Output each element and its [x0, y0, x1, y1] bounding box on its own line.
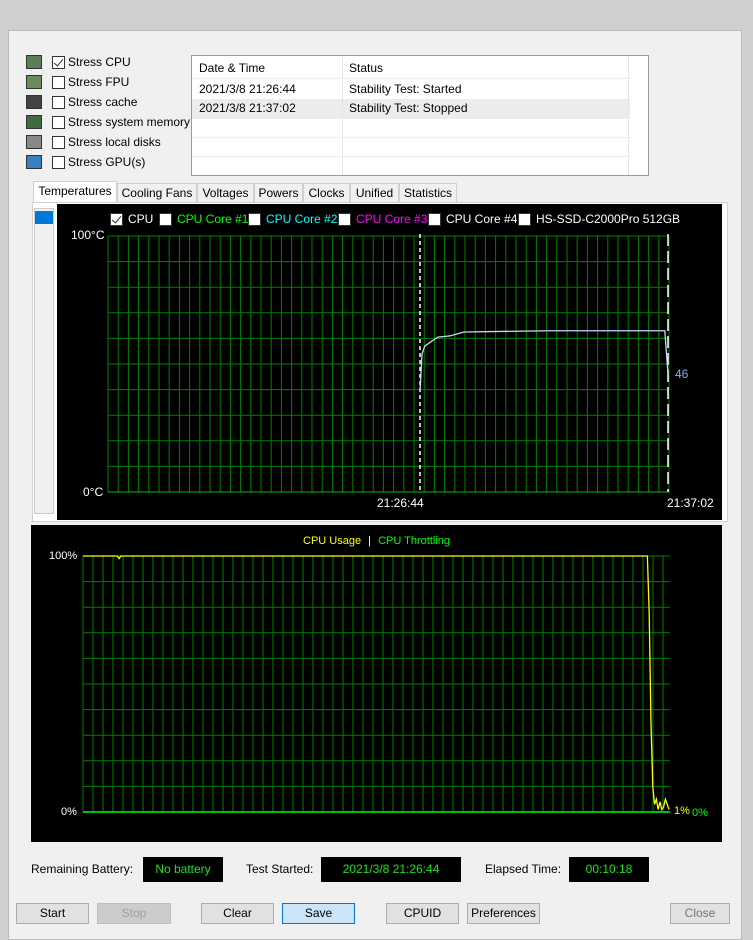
- temperature-chart: CPU CPU Core #1 CPU Core #2 CPU Core #3 CPU …: [57, 204, 722, 520]
- cpu-chip-icon: [26, 55, 42, 69]
- log-row[interactable]: 2021/3/8 21:26:44 Stability Test: Starte…: [192, 80, 630, 99]
- elapsed-time-label: Elapsed Time:: [485, 862, 562, 876]
- tab-clocks[interactable]: Clocks: [303, 183, 350, 202]
- start-button[interactable]: Start: [16, 903, 89, 924]
- y-min-label: 0°C: [83, 485, 104, 499]
- stress-checkbox[interactable]: [52, 55, 65, 69]
- column-header-status[interactable]: Status: [343, 57, 629, 78]
- stress-checkbox[interactable]: [52, 115, 65, 129]
- stress-option-label: Stress CPU: [68, 55, 131, 69]
- log-status: Stability Test: Stopped: [343, 99, 629, 118]
- stress-option[interactable]: Stress local disks: [26, 133, 161, 151]
- stress-option[interactable]: Stress CPU: [26, 53, 131, 71]
- stress-option-label: Stress FPU: [68, 75, 130, 89]
- cpu-usage-chart: CPU Usage | CPU Throttling 100% 0% 1% 0%: [31, 525, 722, 842]
- stress-option-label: Stress system memory: [68, 115, 191, 129]
- test-started-label: Test Started:: [246, 862, 314, 876]
- memory-module-icon: [26, 115, 42, 129]
- close-button[interactable]: Close: [670, 903, 730, 924]
- tab-voltages[interactable]: Voltages: [197, 183, 254, 202]
- sensor-tree-scrollbar[interactable]: [34, 208, 54, 514]
- tab-temperatures[interactable]: Temperatures: [33, 181, 117, 203]
- tab-cooling-fans[interactable]: Cooling Fans: [117, 183, 197, 202]
- cpu-usage-value: 1%: [674, 805, 690, 817]
- stress-option-label: Stress cache: [68, 95, 138, 109]
- y-max-label: 100%: [49, 550, 78, 562]
- stress-checkbox[interactable]: [52, 95, 65, 109]
- stress-option-label: Stress local disks: [68, 135, 161, 149]
- stress-checkbox[interactable]: [52, 155, 65, 169]
- x-label-end: 21:37:02: [667, 496, 714, 510]
- gpu-monitor-icon: [26, 155, 42, 169]
- cpu-temp-line: [419, 330, 669, 393]
- preferences-button[interactable]: Preferences: [467, 903, 540, 924]
- log-status: Stability Test: Started: [343, 80, 629, 99]
- remaining-battery-value: No battery: [143, 857, 223, 882]
- selected-sensor-item[interactable]: [35, 211, 53, 224]
- tab-statistics[interactable]: Statistics: [399, 183, 457, 202]
- clear-button[interactable]: Clear: [201, 903, 274, 924]
- save-button[interactable]: Save: [282, 903, 355, 924]
- cpu-throttling-value: 0%: [692, 807, 708, 819]
- stress-option[interactable]: Stress FPU: [26, 73, 129, 91]
- test-started-value: 2021/3/8 21:26:44: [321, 857, 461, 882]
- fpu-percent-icon: [26, 75, 42, 89]
- stress-option[interactable]: Stress GPU(s): [26, 153, 145, 171]
- column-header-date-time[interactable]: Date & Time: [192, 57, 343, 78]
- event-log-table: Date & Time Status 2021/3/8 21:26:44 Sta…: [191, 55, 649, 176]
- stress-checkbox[interactable]: [52, 75, 65, 89]
- cpuid-button[interactable]: CPUID: [386, 903, 459, 924]
- cache-chip-icon: [26, 95, 42, 109]
- tab-powers[interactable]: Powers: [254, 183, 303, 202]
- current-temp-value: 46: [675, 367, 689, 381]
- y-max-label: 100°C: [71, 228, 105, 242]
- disk-drive-icon: [26, 135, 42, 149]
- tab-unified[interactable]: Unified: [350, 183, 399, 202]
- remaining-battery-label: Remaining Battery:: [31, 862, 134, 876]
- log-date-time: 2021/3/8 21:26:44: [192, 80, 343, 99]
- stress-option-label: Stress GPU(s): [68, 155, 146, 169]
- elapsed-time-value: 00:10:18: [569, 857, 649, 882]
- y-min-label: 0%: [61, 806, 77, 818]
- cpu-usage-line: [83, 555, 670, 811]
- log-row[interactable]: 2021/3/8 21:37:02 Stability Test: Stoppe…: [192, 99, 630, 118]
- x-label-start: 21:26:44: [377, 496, 424, 510]
- stress-option[interactable]: Stress system memory: [26, 113, 190, 131]
- log-date-time: 2021/3/8 21:37:02: [192, 99, 343, 118]
- stop-button[interactable]: Stop: [97, 903, 171, 924]
- stress-option[interactable]: Stress cache: [26, 93, 137, 111]
- log-header-row: Date & Time Status: [192, 57, 630, 79]
- stress-checkbox[interactable]: [52, 135, 65, 149]
